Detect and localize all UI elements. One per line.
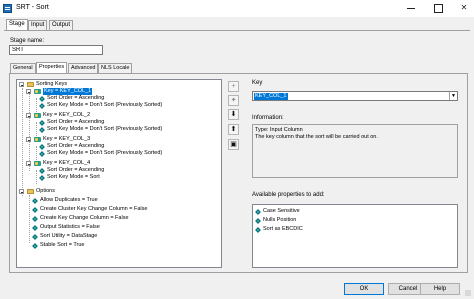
property-icon [255, 217, 261, 224]
collapse-icon[interactable] [26, 113, 31, 118]
information-box: Type: Input Column The key column that t… [252, 124, 458, 178]
move-down-button[interactable]: ⬇ [228, 109, 239, 120]
folder-icon [27, 82, 34, 87]
property-icon [39, 167, 45, 174]
chevron-down-icon[interactable]: ▼ [449, 92, 457, 100]
collapse-icon[interactable] [26, 137, 31, 142]
key-icon [34, 89, 41, 94]
move-up-button[interactable]: ⬆ [228, 124, 239, 135]
insert-button[interactable]: ✦ [228, 95, 239, 106]
tree-node-label: Key = KEY_COL_4 [43, 160, 91, 166]
minimize-icon[interactable] [404, 1, 418, 15]
tree-node-label: Allow Duplicates = True [40, 197, 98, 203]
add-button[interactable]: + [228, 81, 239, 92]
move-up-icon: ⬆ [230, 126, 237, 133]
tab-stage[interactable]: Stage [6, 19, 28, 30]
tree-node-label: Sort Key Mode = Don't Sort (Previously S… [47, 102, 163, 108]
tab-output[interactable]: Output [49, 20, 74, 30]
resize-grip-icon[interactable] [465, 290, 471, 296]
add-icon: + [231, 83, 236, 90]
property-icon [32, 215, 38, 222]
tab-nls-locale[interactable]: NLS Locale [98, 63, 133, 73]
maximize-icon[interactable] [431, 1, 445, 15]
tree-connector [36, 98, 37, 112]
list-item-label: Case Sensitive [263, 208, 300, 214]
stage-name-input[interactable] [9, 45, 103, 55]
tree-node-label: Key = KEY_COL_2 [43, 112, 91, 118]
key-icon [34, 137, 41, 142]
tree-node-label: Key = KEY_COL_1 [43, 88, 93, 95]
tree-node-label: Key = KEY_COL_3 [43, 136, 91, 142]
property-icon [32, 242, 38, 249]
ok-button[interactable]: OK [344, 283, 384, 295]
collapse-icon[interactable] [26, 161, 31, 166]
tree-connector [29, 91, 30, 171]
tree-node-label: Sort Utility = DataStage [40, 233, 98, 239]
move-down-icon: ⬇ [230, 111, 237, 118]
property-icon [39, 150, 45, 157]
collapse-icon[interactable] [19, 189, 24, 194]
list-item-label: Nulls Position [263, 217, 297, 223]
list-item-label: Sort as EBCDIC [263, 226, 303, 232]
tree-node-label: Create Key Change Column = False [40, 215, 129, 221]
tree-connector [36, 170, 37, 184]
property-icon [32, 206, 38, 213]
key-icon [34, 113, 41, 118]
help-button[interactable]: Help [420, 283, 460, 295]
close-icon[interactable]: ✕ [457, 1, 471, 15]
title-bar: SRT - Sort ✕ [0, 0, 474, 17]
tab-advanced[interactable]: Advanced [68, 63, 99, 73]
insert-icon: ✦ [230, 97, 237, 104]
tree-node-label: Sort Order = Ascending [47, 119, 105, 125]
tree-node-label: Sorting Keys [36, 81, 68, 87]
tree-node-label: Sort Order = Ascending [47, 95, 105, 101]
tree-node-label: Sort Key Mode = Sort [47, 174, 100, 180]
property-icon [255, 208, 261, 215]
tree-connector [22, 88, 23, 196]
tree-node-label: Sort Order = Ascending [47, 167, 105, 173]
property-icon [32, 197, 38, 204]
collapse-icon[interactable] [26, 89, 31, 94]
tree-connector [29, 195, 30, 243]
available-properties-label: Available properties to add: [252, 192, 325, 198]
tab-properties[interactable]: Properties [36, 62, 68, 73]
property-icon [39, 143, 45, 150]
tab-divider [4, 30, 470, 31]
property-icon [39, 126, 45, 133]
tree-connector [36, 122, 37, 136]
properties-tree[interactable]: Sorting Keys Key = KEY_COL_1 Sort Order … [16, 79, 222, 268]
tree-node-label: Sort Key Mode = Don't Sort (Previously S… [47, 126, 163, 132]
property-icon [32, 224, 38, 231]
property-icon [32, 233, 38, 240]
property-icon [39, 95, 45, 102]
tree-node-label: Output Statistics = False [40, 224, 100, 230]
tree-node-label: Stable Sort = True [40, 242, 85, 248]
tree-node-label: Sort Order = Ascending [47, 143, 105, 149]
tree-node-label: Sort Key Mode = Don't Sort (Previously S… [47, 150, 163, 156]
property-icon [39, 102, 45, 109]
tree-node-label: Options [36, 188, 55, 194]
delete-button[interactable]: ▣ [228, 139, 239, 150]
key-label: Key [252, 80, 263, 86]
info-description-text: The key column that the sort will be car… [255, 133, 378, 140]
key-dropdown-value: KEY_COL_1 [254, 93, 288, 100]
window-title: SRT - Sort [16, 4, 49, 11]
tree-node-label: Create Cluster Key Change Column = False [40, 206, 148, 212]
delete-icon: ▣ [230, 141, 237, 148]
property-icon [39, 119, 45, 126]
available-properties-list[interactable]: Case Sensitive Nulls Position Sort as EB… [252, 204, 458, 268]
tab-input[interactable]: Input [28, 20, 48, 30]
tab-general[interactable]: General [10, 63, 36, 73]
tree-connector [36, 146, 37, 160]
app-icon [3, 4, 12, 13]
key-dropdown[interactable]: KEY_COL_1 ▼ [252, 91, 458, 101]
key-icon [34, 161, 41, 166]
information-label: Information: [252, 115, 284, 121]
folder-icon [27, 189, 34, 194]
property-icon [255, 226, 261, 233]
property-icon [39, 174, 45, 181]
collapse-icon[interactable] [19, 82, 24, 87]
stage-name-label: Stage name: [10, 38, 45, 44]
